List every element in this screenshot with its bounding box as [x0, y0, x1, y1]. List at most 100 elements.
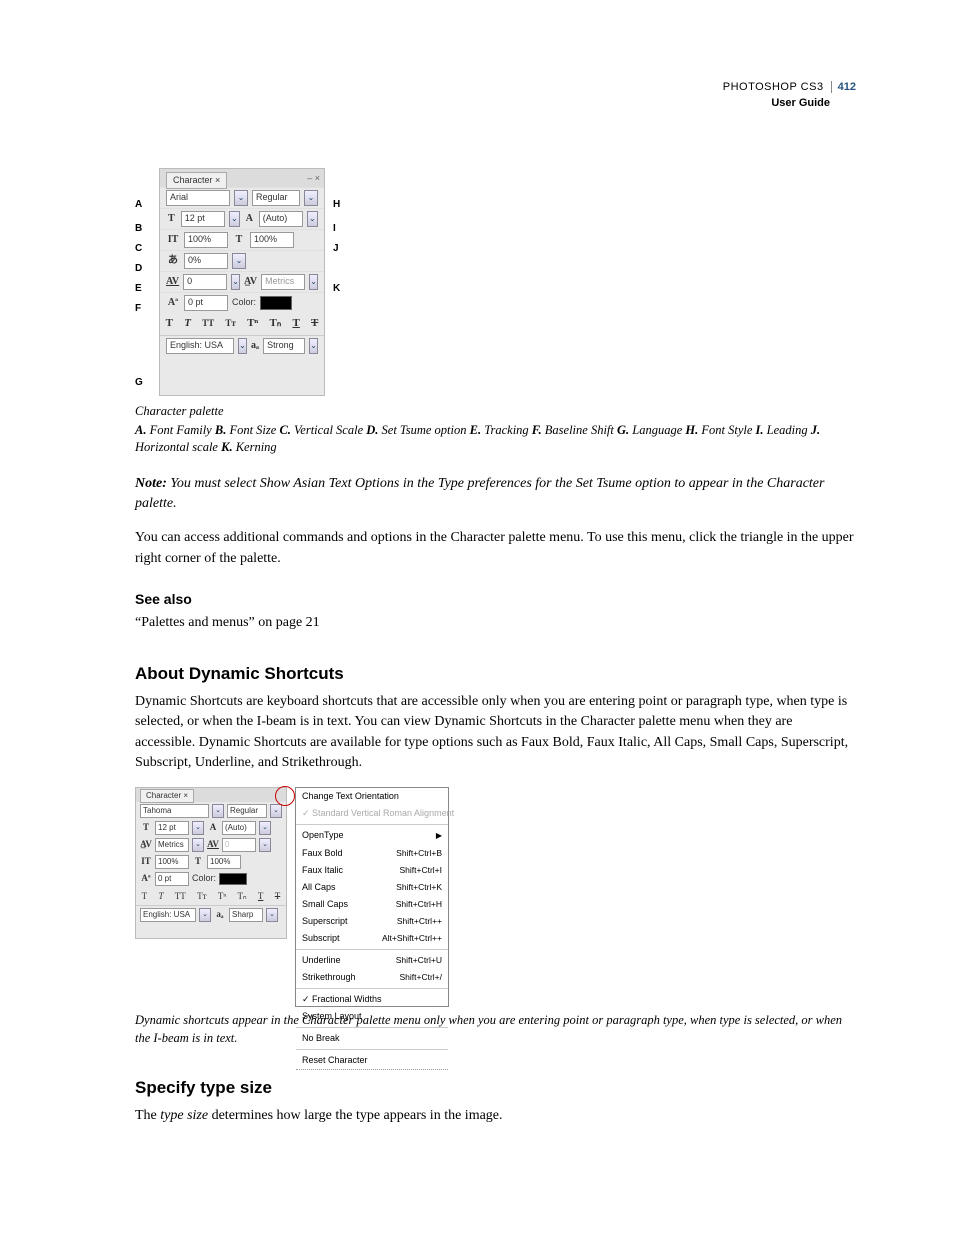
leading-icon: A — [207, 821, 219, 834]
vertical-scale-field[interactable]: 100% — [155, 855, 189, 869]
antialias-icon: aₐ — [214, 908, 226, 921]
allcaps-button[interactable]: TT — [175, 890, 186, 903]
dropdown-icon[interactable]: ⌄ — [231, 274, 240, 290]
menu-reset-character[interactable]: Reset Character — [296, 1052, 448, 1070]
dropdown-icon[interactable]: ⌄ — [229, 211, 240, 227]
tsume-field[interactable]: 0% — [184, 253, 228, 269]
tracking-field[interactable]: 0 — [222, 838, 256, 852]
menu-item[interactable]: SuperscriptShift+Ctrl++ — [296, 913, 448, 930]
italic-button[interactable]: T — [158, 890, 163, 903]
vscale-icon: IT — [140, 855, 152, 868]
menu-opentype[interactable]: OpenType▶ — [296, 827, 448, 844]
dropdown-icon[interactable]: ⌄ — [304, 190, 318, 206]
underline-button[interactable]: T — [258, 890, 264, 903]
color-swatch[interactable] — [219, 873, 247, 885]
note-paragraph: Note: You must select Show Asian Text Op… — [135, 474, 856, 515]
menu-item[interactable]: All CapsShift+Ctrl+K — [296, 879, 448, 896]
dropdown-icon[interactable]: ⌄ — [192, 821, 204, 835]
leading-icon: A — [244, 212, 255, 227]
font-family-field[interactable]: Tahoma — [140, 804, 209, 818]
section-dynamic-shortcuts: About Dynamic Shortcuts — [135, 662, 856, 687]
figure1-caption: Character palette — [135, 402, 856, 420]
antialias-field[interactable]: Sharp — [229, 908, 263, 922]
dropdown-icon[interactable]: ⌄ — [259, 838, 271, 852]
kerning-icon: A̲V — [244, 275, 257, 290]
font-size-field[interactable]: 12 pt — [155, 821, 189, 835]
palette-tab[interactable]: Character × — [166, 172, 227, 189]
superscript-button[interactable]: Tⁿ — [218, 890, 226, 903]
dropdown-icon[interactable]: ⌄ — [199, 908, 211, 922]
menu-no-break[interactable]: No Break — [296, 1030, 448, 1047]
dropdown-icon[interactable]: ⌄ — [307, 211, 318, 227]
dropdown-icon[interactable]: ⌄ — [309, 338, 318, 354]
italic-button[interactable]: T — [184, 316, 191, 332]
font-family-field[interactable]: Arial — [166, 190, 230, 206]
kerning-field[interactable]: Metrics — [261, 274, 305, 290]
tracking-field[interactable]: 0 — [183, 274, 227, 290]
language-field[interactable]: English: USA — [140, 908, 196, 922]
see-also-link[interactable]: “Palettes and menus” on page 21 — [135, 613, 856, 633]
smallcaps-button[interactable]: Tᴛ — [225, 317, 235, 330]
character-palette: Character × – × Arial⌄ Regular⌄ T 12 pt⌄… — [159, 168, 325, 396]
menu-item[interactable]: StrikethroughShift+Ctrl+/ — [296, 969, 448, 986]
superscript-button[interactable]: Tⁿ — [247, 316, 258, 332]
type-size-term: type size — [160, 1108, 208, 1123]
baseline-shift-field[interactable]: 0 pt — [184, 295, 228, 311]
menu-item[interactable]: SubscriptAlt+Shift+Ctrl++ — [296, 930, 448, 947]
font-size-field[interactable]: 12 pt — [181, 211, 225, 227]
smallcaps-button[interactable]: Tᴛ — [197, 890, 206, 903]
font-style-field[interactable]: Regular — [252, 190, 300, 206]
baseline-shift-field[interactable]: 0 pt — [155, 872, 189, 886]
callout-A: A — [135, 198, 142, 213]
callout-H: H — [333, 198, 340, 213]
underline-button[interactable]: T — [292, 316, 299, 332]
menu-item[interactable]: Faux BoldShift+Ctrl+B — [296, 845, 448, 862]
allcaps-button[interactable]: TT — [202, 317, 214, 330]
leading-field[interactable]: (Auto) — [222, 821, 256, 835]
kerning-field[interactable]: Metrics — [155, 838, 189, 852]
menu-change-orientation[interactable]: Change Text Orientation — [296, 788, 448, 805]
dropdown-icon[interactable]: ⌄ — [270, 804, 282, 818]
font-style-field[interactable]: Regular — [227, 804, 267, 818]
leading-field[interactable]: (Auto) — [259, 211, 303, 227]
menu-svra: ✓Standard Vertical Roman Alignment — [296, 805, 448, 822]
palette-close-icon[interactable]: – × — [307, 172, 320, 185]
callout-B: B — [135, 222, 142, 237]
callout-F: F — [135, 302, 141, 317]
baseline-icon: Aª — [140, 872, 152, 885]
dropdown-icon[interactable]: ⌄ — [192, 838, 204, 852]
dropdown-icon[interactable]: ⌄ — [259, 821, 271, 835]
font-size-icon: T — [166, 212, 177, 227]
menu-item[interactable]: Faux ItalicShift+Ctrl+I — [296, 862, 448, 879]
menu-system-layout[interactable]: System Layout — [296, 1008, 448, 1025]
bold-button[interactable]: T — [142, 890, 148, 903]
kerning-icon: A̲V — [140, 838, 152, 851]
paragraph-access: You can access additional commands and o… — [135, 528, 856, 569]
bold-button[interactable]: T — [166, 316, 173, 332]
menu-item[interactable]: Small CapsShift+Ctrl+H — [296, 896, 448, 913]
menu-item[interactable]: UnderlineShift+Ctrl+U — [296, 952, 448, 969]
submenu-arrow-icon: ▶ — [436, 830, 442, 842]
strikethrough-button[interactable]: T — [311, 316, 318, 332]
dropdown-icon[interactable]: ⌄ — [212, 804, 224, 818]
language-field[interactable]: English: USA — [166, 338, 234, 354]
baseline-icon: Aª — [166, 296, 180, 311]
antialias-field[interactable]: Strong — [263, 338, 305, 354]
callout-K: K — [333, 282, 340, 297]
horizontal-scale-field[interactable]: 100% — [207, 855, 241, 869]
dropdown-icon[interactable]: ⌄ — [266, 908, 278, 922]
palette-tab[interactable]: Character × — [140, 789, 194, 803]
menu-fractional-widths[interactable]: ✓Fractional Widths — [296, 991, 448, 1008]
vscale-icon: IT — [166, 233, 180, 248]
subscript-button[interactable]: Tₙ — [269, 316, 281, 332]
vertical-scale-field[interactable]: 100% — [184, 232, 228, 248]
dropdown-icon[interactable]: ⌄ — [309, 274, 318, 290]
subscript-button[interactable]: Tₙ — [238, 890, 247, 903]
color-swatch[interactable] — [260, 296, 292, 310]
antialias-icon: aₐ — [251, 339, 259, 354]
dropdown-icon[interactable]: ⌄ — [232, 253, 246, 269]
dropdown-icon[interactable]: ⌄ — [234, 190, 248, 206]
dropdown-icon[interactable]: ⌄ — [238, 338, 247, 354]
horizontal-scale-field[interactable]: 100% — [250, 232, 294, 248]
strikethrough-button[interactable]: T — [275, 890, 281, 903]
